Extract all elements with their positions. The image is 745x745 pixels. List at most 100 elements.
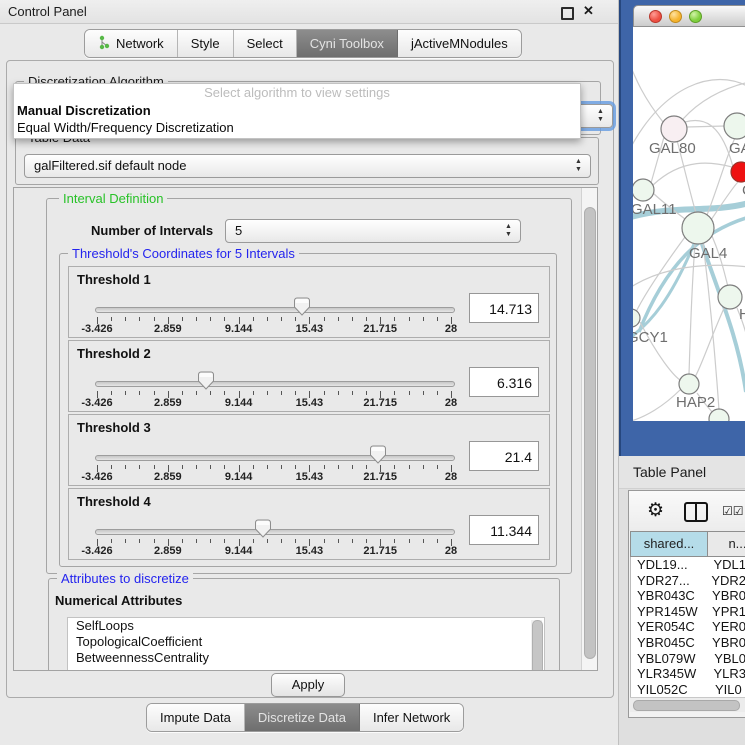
network-edge[interactable] xyxy=(633,67,663,122)
network-node-c[interactable] xyxy=(731,162,745,182)
tab-network[interactable]: Network xyxy=(85,30,178,57)
threshold-panel-2: Threshold 2-3.4262.8599.14415.4321.71528… xyxy=(68,340,550,412)
slider-track[interactable] xyxy=(95,307,455,313)
tick-mark xyxy=(366,465,367,469)
algorithm-menu-item[interactable]: Manual Discretization xyxy=(14,102,580,119)
network-edge[interactable] xyxy=(687,126,725,127)
column-header-2[interactable]: n... xyxy=(708,531,745,557)
number-of-intervals-value: 5 xyxy=(235,223,242,238)
threshold-value-field[interactable]: 6.316 xyxy=(469,367,539,397)
checkboxes-icon[interactable]: ☑☑ xyxy=(722,504,744,518)
table-toolbar: ⚙ ☑☑ xyxy=(629,491,745,531)
tab-infer-network[interactable]: Infer Network xyxy=(360,704,463,731)
network-node-hap2[interactable] xyxy=(679,374,699,394)
threshold-value-field[interactable]: 11.344 xyxy=(469,515,539,545)
scrollbar-thumb[interactable] xyxy=(532,620,543,671)
network-edge[interactable] xyxy=(695,306,725,377)
tab-jactivemnodules[interactable]: jActiveMNodules xyxy=(398,30,521,57)
cell-shared-name: YBR045C xyxy=(631,635,706,651)
list-scrollbar[interactable] xyxy=(531,620,542,671)
cell-shared-name: YDL19... xyxy=(631,557,707,573)
table-row[interactable]: YIL052CYIL0 xyxy=(631,682,745,697)
horizontal-scrollbar[interactable] xyxy=(630,697,745,712)
network-edge[interactable] xyxy=(633,265,745,287)
network-edge[interactable] xyxy=(689,244,695,374)
network-edge[interactable] xyxy=(635,237,685,314)
scrollbar-thumb[interactable] xyxy=(584,207,596,659)
tick-mark xyxy=(125,317,126,321)
tick-label: 28 xyxy=(429,323,473,335)
number-of-intervals-combo[interactable]: 5 ▲▼ xyxy=(225,219,521,243)
tab-impute-data[interactable]: Impute Data xyxy=(147,704,245,731)
tick-label: 2.859 xyxy=(146,323,190,335)
tab-cyni-toolbox[interactable]: Cyni Toolbox xyxy=(297,30,398,57)
tab-select[interactable]: Select xyxy=(234,30,297,57)
table-row[interactable]: YDL19...YDL1 xyxy=(631,557,745,573)
network-node-ga[interactable] xyxy=(724,113,745,139)
attribute-list-item[interactable]: SelfLoops xyxy=(68,618,544,634)
slider-track[interactable] xyxy=(95,381,455,387)
table-data-combo[interactable]: galFiltered.sif default node ▲▼ xyxy=(24,154,591,178)
attribute-list-item[interactable]: TopologicalCoefficient xyxy=(68,634,544,650)
network-edge[interactable] xyxy=(711,182,738,220)
tick-mark xyxy=(409,317,410,321)
column-header-1[interactable]: shared... xyxy=(630,531,708,557)
tick-mark xyxy=(139,317,140,321)
top-tab-bar: NetworkStyleSelectCyni ToolboxjActiveMNo… xyxy=(84,29,522,58)
tick-label: 9.144 xyxy=(217,397,261,409)
slider-thumb[interactable] xyxy=(294,297,310,316)
tick-mark xyxy=(210,317,211,321)
interval-definition-group: Interval Definition Number of Intervals … xyxy=(46,198,572,574)
table-row[interactable]: YER054CYER0 xyxy=(631,619,745,635)
tick-mark xyxy=(409,465,410,469)
table-row[interactable]: YPR145WYPR1 xyxy=(631,604,745,620)
combo-arrows-icon: ▲▼ xyxy=(574,158,583,174)
gear-icon[interactable]: ⚙ xyxy=(647,499,664,522)
tick-mark xyxy=(196,317,197,321)
close-traffic-light-icon[interactable] xyxy=(649,10,662,23)
tab-discretize-data[interactable]: Discretize Data xyxy=(245,704,360,731)
numerical-attributes-list[interactable]: SelfLoopsTopologicalCoefficientBetweenne… xyxy=(67,617,545,671)
network-canvas[interactable]: GAL80GACGAL11GAL4GCY1HHAP2 xyxy=(633,27,745,421)
tick-label: -3.426 xyxy=(75,397,119,409)
network-edge[interactable] xyxy=(653,163,732,185)
threshold-value-field[interactable]: 21.4 xyxy=(469,441,539,471)
table-data-group: Table Data galFiltered.sif default node … xyxy=(15,137,599,185)
vertical-scrollbar[interactable] xyxy=(581,188,597,670)
threshold-value-field[interactable]: 14.713 xyxy=(469,293,539,323)
zoom-traffic-light-icon[interactable] xyxy=(689,10,702,23)
table-row[interactable]: YBR043CYBR0 xyxy=(631,588,745,604)
apply-button[interactable]: Apply xyxy=(271,673,345,697)
table-row[interactable]: YLR345WYLR3 xyxy=(631,666,745,682)
scrollbar-thumb[interactable] xyxy=(633,700,740,711)
slider-thumb[interactable] xyxy=(370,445,386,464)
slider-track[interactable] xyxy=(95,455,455,461)
table-row[interactable]: YBL079WYBL0 xyxy=(631,651,745,667)
table-row[interactable]: YBR045CYBR0 xyxy=(631,635,745,651)
slider-thumb[interactable] xyxy=(198,371,214,390)
close-icon[interactable]: ✕ xyxy=(583,3,594,19)
group-title: Threshold's Coordinates for 5 Intervals xyxy=(68,246,299,261)
network-node-gal80[interactable] xyxy=(661,116,687,142)
tick-mark xyxy=(281,465,282,469)
minimize-traffic-light-icon[interactable] xyxy=(669,10,682,23)
cell-name: YPR1 xyxy=(706,604,745,620)
tick-label: 9.144 xyxy=(217,323,261,335)
tab-style[interactable]: Style xyxy=(178,30,234,57)
tick-mark xyxy=(324,317,325,321)
slider-thumb[interactable] xyxy=(255,519,271,538)
slider-track[interactable] xyxy=(95,529,455,535)
split-columns-icon[interactable] xyxy=(684,502,708,522)
attribute-list-item[interactable]: BetweennessCentrality xyxy=(68,650,544,666)
tick-label: -3.426 xyxy=(75,471,119,483)
network-node-gal11[interactable] xyxy=(633,179,654,201)
table-row[interactable]: YDR27...YDR2 xyxy=(631,573,745,589)
algorithm-menu-item[interactable]: Equal Width/Frequency Discretization xyxy=(14,119,580,136)
network-node-gcy1[interactable] xyxy=(633,309,640,327)
tick-mark xyxy=(182,391,183,395)
tick-mark xyxy=(338,465,339,469)
network-edge[interactable] xyxy=(633,389,681,421)
network-node-gal4[interactable] xyxy=(682,212,714,244)
threshold-label: Threshold 2 xyxy=(77,346,151,361)
float-window-icon[interactable] xyxy=(561,7,574,20)
